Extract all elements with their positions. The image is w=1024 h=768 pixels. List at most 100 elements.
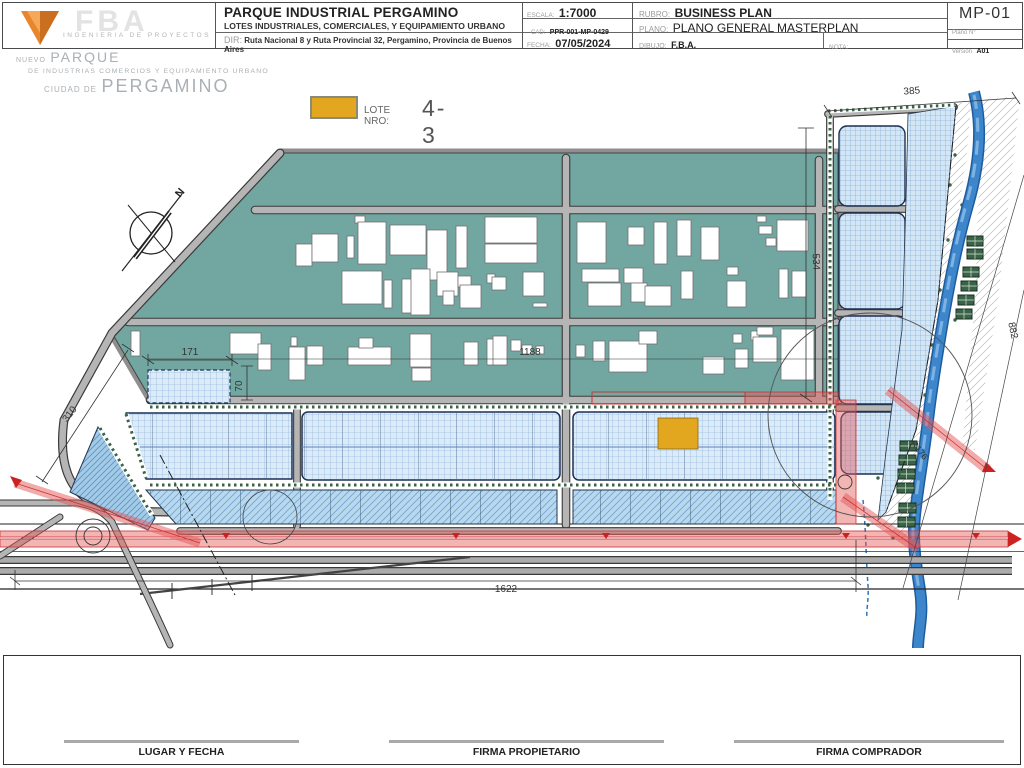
building-footprint	[575, 344, 586, 358]
nota-label: NOTA:	[829, 44, 849, 51]
building-footprint	[357, 221, 387, 265]
sheet-code: MP-01	[958, 5, 1012, 22]
dim-70: 70	[234, 380, 245, 392]
signature-line[interactable]	[389, 740, 664, 743]
building-footprint	[608, 340, 648, 373]
dim-385: 385	[903, 85, 921, 97]
tree-dot	[946, 238, 950, 242]
building-footprint	[780, 328, 815, 381]
selected-lot-4-3[interactable]	[657, 417, 699, 450]
building-footprint	[778, 268, 789, 299]
project-title-cell: PARQUE INDUSTRIAL PERGAMINO LOTES INDUST…	[216, 3, 523, 54]
building-footprint	[623, 267, 644, 284]
building-footprint	[700, 226, 720, 261]
version-value: A01	[976, 48, 990, 55]
sheet-number-cell: MP-01 Plano N° Version A01	[948, 3, 1022, 55]
building-footprint	[341, 270, 383, 305]
building-footprint	[627, 226, 645, 246]
building-footprint	[726, 266, 739, 276]
building-footprint	[630, 282, 648, 303]
plan-info-cell: RUBRO: BUSINESS PLAN PLANO: PLANO GENERA…	[633, 3, 948, 51]
building-footprint	[532, 302, 548, 308]
masterplan-sheet: 385 534 882 310 171 70 1188 1622 R176 N …	[0, 0, 1024, 768]
building-footprint	[410, 268, 431, 316]
logo-tagline: INGENIERIA DE PROYECTOS	[63, 32, 212, 39]
building-footprint	[587, 282, 622, 307]
building-footprint	[676, 219, 692, 257]
building-footprint	[306, 345, 324, 366]
building-footprint	[791, 270, 807, 298]
compass-n-label: N	[173, 186, 187, 200]
building-footprint	[581, 268, 620, 283]
building-footprint	[411, 367, 432, 382]
sheet-label: Plano N°	[952, 30, 976, 36]
watermark-ciudad-de: CIUDAD DE	[44, 85, 98, 94]
tree-dot	[876, 476, 880, 480]
title-block: FBA INGENIERIA DE PROYECTOS PARQUE INDUS…	[2, 2, 1023, 55]
fecha-value: 07/05/2024	[555, 38, 611, 50]
building-footprint	[484, 216, 538, 244]
building-footprint	[492, 335, 508, 366]
fba-logo-icon	[21, 11, 59, 45]
signature-line[interactable]	[734, 740, 1004, 743]
building-footprint	[409, 333, 432, 368]
logo-cell: FBA INGENIERIA DE PROYECTOS	[3, 3, 216, 48]
building-footprint	[358, 337, 374, 349]
small-lot	[147, 369, 231, 404]
dim-882: 882	[1005, 321, 1019, 340]
building-footprint	[756, 326, 774, 336]
building-footprint	[257, 343, 272, 371]
building-footprint	[680, 270, 694, 300]
building-footprint	[130, 330, 141, 357]
building-footprint	[734, 348, 749, 369]
escala-label: ESCALA:	[527, 12, 555, 19]
dibujo-label: DIBUJO:	[639, 43, 667, 50]
building-footprint	[653, 221, 668, 265]
building-footprint	[491, 276, 507, 291]
project-title: PARQUE INDUSTRIAL PERGAMINO	[224, 5, 459, 20]
building-footprint	[732, 333, 743, 344]
building-footprint	[389, 224, 427, 256]
building-footprint	[455, 225, 468, 269]
project-watermark: NUEVO PARQUE DE INDUSTRIAS COMERCIOS Y E…	[16, 49, 336, 97]
building-footprint	[288, 346, 306, 381]
lot-legend-label: LOTE NRO:	[364, 105, 391, 127]
dibujo-value: F.B.A.	[671, 40, 697, 50]
building-footprint	[592, 340, 606, 362]
building-footprint	[311, 233, 339, 263]
scale-date-cell: ESCALA: 1:7000 CAD: PPR-001-MP-0429 FECH…	[523, 3, 633, 50]
plano-label: PLANO:	[639, 24, 669, 34]
escala-value: 1:7000	[558, 6, 597, 20]
building-footprint	[638, 330, 658, 345]
dir-label: DIR:	[224, 35, 242, 45]
building-footprint	[776, 219, 809, 252]
dir-value: Ruta Nacional 8 y Ruta Provincial 32, Pe…	[224, 36, 512, 54]
watermark-parque: PARQUE	[50, 49, 121, 65]
masterplan-drawing: 385 534 882 310 171 70 1188 1622 R176 N	[0, 85, 1024, 649]
building-footprint	[290, 336, 298, 347]
building-footprint	[756, 215, 767, 223]
dim-534: 534	[810, 253, 822, 271]
plano-value: PLANO GENERAL MASTERPLAN	[672, 20, 859, 35]
watermark-line2: DE INDUSTRIAS COMERCIOS Y EQUIPAMIENTO U…	[28, 68, 269, 75]
fecha-label: FECHA:	[527, 42, 551, 49]
lot-color-swatch	[310, 96, 358, 119]
dim-171: 171	[182, 347, 199, 358]
building-footprint	[522, 271, 545, 297]
building-footprint	[644, 285, 672, 307]
building-footprint	[765, 237, 777, 247]
signature-field-owner: FIRMA PROPIETARIO	[389, 740, 664, 758]
signature-field-buyer: FIRMA COMPRADOR	[734, 740, 1004, 758]
building-footprint	[295, 243, 313, 267]
building-footprint	[347, 346, 392, 366]
building-footprint	[442, 290, 455, 306]
building-footprint	[726, 280, 747, 308]
signature-line[interactable]	[64, 740, 299, 743]
building-footprint	[752, 336, 778, 363]
building-footprint	[229, 332, 262, 355]
building-footprint	[758, 225, 773, 235]
building-footprint	[484, 243, 538, 264]
dim-1622: 1622	[495, 584, 518, 595]
watermark-pergamino: PERGAMINO	[101, 76, 230, 96]
dim-1188: 1188	[519, 347, 541, 358]
